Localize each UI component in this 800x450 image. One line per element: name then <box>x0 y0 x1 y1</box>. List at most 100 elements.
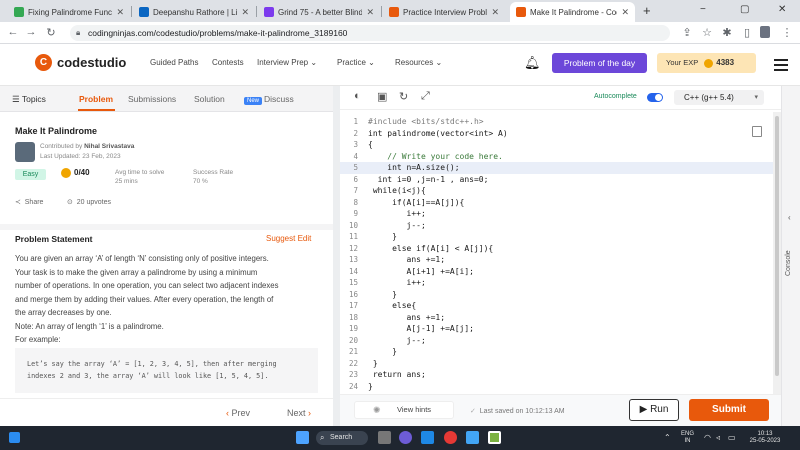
task-view-icon[interactable] <box>378 431 391 444</box>
forward-icon[interactable]: → <box>24 26 38 38</box>
browser-tab[interactable]: Deepanshu Rathore | Linke✕ <box>133 2 255 22</box>
code-line[interactable]: 7 while(i<j){ <box>340 185 773 197</box>
save-icon[interactable]: ▣ <box>377 90 387 103</box>
code-line[interactable]: 8 if(A[i]==A[j]){ <box>340 197 773 209</box>
vscode-icon[interactable] <box>421 431 434 444</box>
reset-icon[interactable]: ↻ <box>399 90 408 103</box>
code-line[interactable]: 1 #include <bits/stdc++.h> <box>340 116 773 128</box>
language-select[interactable]: C++ (g++ 5.4) ▾ <box>674 90 764 105</box>
code-line[interactable]: 24} <box>340 381 773 393</box>
browser-menu-icon[interactable]: ⋮ <box>780 26 794 39</box>
active-app-icon[interactable] <box>488 431 501 444</box>
windows-start-icon[interactable] <box>296 431 309 444</box>
code-line[interactable]: 6 int i=0 ,j=n-1 , ans=0; <box>340 174 773 186</box>
console-panel-tab[interactable]: ‹ Console <box>781 86 800 426</box>
widgets-icon[interactable] <box>9 432 20 443</box>
close-tab-icon[interactable]: ✕ <box>366 7 374 18</box>
exp-badge[interactable]: Your EXP 4383 <box>657 53 756 73</box>
code-line[interactable]: 9 i++; <box>340 208 773 220</box>
next-button[interactable]: Next › <box>287 408 311 418</box>
hamburger-menu-icon[interactable] <box>774 59 788 74</box>
close-tab-icon[interactable]: ✕ <box>116 7 124 18</box>
prev-button[interactable]: ‹ Prev <box>226 408 250 418</box>
tab-problem[interactable]: Problem <box>79 94 113 104</box>
chrome-icon[interactable] <box>444 431 457 444</box>
tab-submissions[interactable]: Submissions <box>128 94 176 104</box>
suggest-edit-link[interactable]: Suggest Edit <box>266 234 311 243</box>
clock[interactable]: 10:13 25-05-2023 <box>742 431 788 445</box>
browser-tab[interactable]: Fixing Palindrome Functio ✕ <box>8 2 130 22</box>
theme-toggle-icon[interactable]: ◐ <box>354 90 361 102</box>
tab-solution[interactable]: Solution <box>194 94 225 104</box>
topics-button[interactable]: ☰ Topics <box>12 94 46 105</box>
browser-tab[interactable]: Grind 75 - A better Blind 7 ✕ <box>258 2 380 22</box>
share-button[interactable]: ≺ Share <box>15 198 43 206</box>
code-line[interactable]: 21 } <box>340 346 773 358</box>
code-line[interactable]: 5 int n=A.size(); <box>340 162 773 174</box>
code-line[interactable]: 13 ans +=1; <box>340 254 773 266</box>
code-line[interactable]: 11 } <box>340 231 773 243</box>
code-line[interactable]: 22 } <box>340 358 773 370</box>
new-tab-button[interactable]: + <box>643 3 651 18</box>
taskbar-search[interactable]: ⌕ Search <box>316 431 368 445</box>
code-line[interactable]: 10 j--; <box>340 220 773 232</box>
minimize-icon[interactable]: − <box>700 4 706 15</box>
close-tab-icon[interactable]: ✕ <box>621 7 629 18</box>
code-line[interactable]: 19 A[j-1] +=A[j]; <box>340 323 773 335</box>
code-line[interactable]: 3{ <box>340 139 773 151</box>
url-field[interactable]: 🔒︎ codingninjas.com/codestudio/problems/… <box>70 25 670 41</box>
codestudio-logo[interactable]: C codestudio <box>35 54 126 71</box>
code-line[interactable]: 16 } <box>340 289 773 301</box>
battery-icon[interactable]: ▭ <box>728 434 736 442</box>
run-button[interactable]: ▶ Run <box>629 399 679 421</box>
close-tab-icon[interactable]: ✕ <box>241 7 249 18</box>
mail-icon[interactable] <box>466 431 479 444</box>
code-line[interactable]: 2 int palindrome(vector<int> A) <box>340 128 773 140</box>
nav-guided-paths[interactable]: Guided Paths <box>150 58 198 67</box>
code-line[interactable]: 23 return ans; <box>340 369 773 381</box>
bell-icon[interactable]: 🔔︎ <box>524 55 541 71</box>
code-line[interactable]: 4 // Write your code here. <box>340 151 773 163</box>
maximize-icon[interactable]: ▢ <box>740 4 749 15</box>
chat-icon[interactable] <box>399 431 412 444</box>
submit-button[interactable]: Submit <box>689 399 769 421</box>
language-indicator[interactable]: ENG IN <box>681 431 694 445</box>
code-line[interactable]: 12 else if(A[i] < A[j]){ <box>340 243 773 255</box>
close-tab-icon[interactable]: ✕ <box>491 7 499 18</box>
chevron-up-icon[interactable]: ⌃ <box>664 434 671 442</box>
author-name[interactable]: Nihal Srivastava <box>84 143 134 150</box>
code-line[interactable]: 20 j--; <box>340 335 773 347</box>
extensions-icon[interactable]: ✱ <box>720 26 734 39</box>
code-line[interactable]: 14 A[i+1] +=A[i]; <box>340 266 773 278</box>
autocomplete-toggle[interactable] <box>647 93 663 102</box>
wifi-icon[interactable]: ◠ <box>704 434 711 442</box>
nav-interview-prep[interactable]: Interview Prep ⌄ <box>257 58 317 67</box>
code-line[interactable]: 17 else{ <box>340 300 773 312</box>
code-line[interactable]: 15 i++; <box>340 277 773 289</box>
bookmark-star-icon[interactable]: ☆ <box>700 26 714 39</box>
nav-contests[interactable]: Contests <box>212 58 244 67</box>
browser-address-bar: ← → ↻ 🔒︎ codingninjas.com/codestudio/pro… <box>0 22 800 44</box>
fullscreen-icon[interactable]: ⤢ <box>421 90 430 103</box>
tab-discuss[interactable]: New Discuss <box>244 94 294 105</box>
reload-icon[interactable]: ↻ <box>44 26 58 39</box>
close-window-icon[interactable]: ✕ <box>778 4 786 15</box>
browser-tab[interactable]: Practice Interview Problem✕ <box>383 2 505 22</box>
back-icon[interactable]: ← <box>6 26 20 38</box>
copy-icon[interactable] <box>752 126 762 137</box>
section-divider <box>0 224 333 230</box>
sidepanel-icon[interactable]: ▯ <box>740 26 754 39</box>
browser-tab[interactable]: Make It Palindrome - Code ✕ <box>510 2 635 22</box>
nav-resources[interactable]: Resources ⌄ <box>395 58 442 67</box>
share-icon[interactable]: ⇪ <box>680 26 694 39</box>
profile-avatar[interactable] <box>760 26 770 38</box>
upvote-button[interactable]: ⊙ 20 upvotes <box>67 198 111 206</box>
volume-icon[interactable]: ◃ <box>716 434 720 442</box>
nav-practice[interactable]: Practice ⌄ <box>337 58 375 67</box>
problem-of-the-day-button[interactable]: Problem of the day <box>552 53 647 73</box>
view-hints-button[interactable]: ✺ View hints <box>354 401 454 419</box>
editor-scrollbar[interactable] <box>773 112 781 397</box>
panel-splitter[interactable] <box>333 86 340 426</box>
code-line[interactable]: 18 ans +=1; <box>340 312 773 324</box>
code-area[interactable]: 1 #include <bits/stdc++.h> 2 int palindrome… <box>340 112 773 394</box>
